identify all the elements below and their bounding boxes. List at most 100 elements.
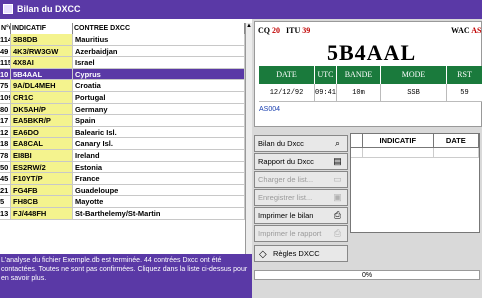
imprimer-bilan-button[interactable]: Imprimer le bilan ⎙ [254, 207, 348, 224]
row-callsign: FG4FB [11, 184, 73, 196]
row-country: Spain [73, 115, 245, 126]
regles-dxcc-button[interactable]: ◇ Règles DXCC [254, 245, 348, 262]
list-row[interactable]: 115 4X8AI Israel [0, 57, 245, 69]
row-callsign: 4K3/RW3GW [11, 45, 73, 57]
row-qso-number: 114 [0, 34, 11, 45]
save-icon: ▣ [333, 192, 342, 202]
list-row[interactable]: 78 EI8BI Ireland [0, 149, 245, 162]
row-callsign: DK5AH/P [11, 103, 73, 115]
row-qso-number: 13 [0, 207, 11, 219]
row-callsign: 3B8DB [11, 34, 73, 45]
row-qso-number: 75 [0, 80, 11, 91]
list-row[interactable]: 21 FG4FB Guadeloupe [0, 184, 245, 197]
list-row[interactable]: 5 FH8CB Mayotte [0, 196, 245, 208]
qso-data-row: 12/12/92 09:41 10m SSB 59 [259, 84, 482, 102]
list-row[interactable]: 50 ES2RW/2 Estonia [0, 161, 245, 174]
row-country: Guadeloupe [73, 184, 245, 196]
row-callsign: EA8CAL [11, 138, 73, 149]
qso-rst: 59 [447, 84, 482, 102]
list-header: N°QSO INDICATIF CONTREE DXCC [0, 23, 245, 34]
row-country: Mayotte [73, 196, 245, 207]
list-row[interactable]: 18 EA8CAL Canary Isl. [0, 138, 245, 150]
row-callsign: 5B4AAL [11, 68, 73, 80]
list-row[interactable]: 109CR1CPortugal [0, 91, 245, 104]
bilan-dxcc-button[interactable]: Bilan du Dxcc ⌕ [254, 135, 348, 152]
itu-zone-value: 39 [302, 26, 311, 35]
row-qso-number: 45 [0, 173, 11, 184]
col-callsign[interactable]: INDICATIF [11, 23, 73, 34]
row-qso-number: 80 [0, 103, 11, 115]
row-country: Croatia [73, 80, 245, 91]
row-callsign: EA5BKR/P [11, 115, 73, 126]
charger-liste-button[interactable]: Charger de list... ▭ [254, 171, 348, 188]
printer-icon: ⎙ [333, 210, 342, 220]
cq-itu-zone: CQ 20 ITU 39 [258, 26, 311, 35]
col-qso-number[interactable]: N°QSO [0, 23, 11, 34]
row-qso-number: 10 [0, 68, 11, 80]
header-mode: MODE [381, 66, 447, 84]
diamond-icon: ◇ [259, 249, 267, 260]
row-country: France [73, 173, 245, 184]
row-country: Balearic Isl. [73, 126, 245, 138]
qso-header-bar: DATE UTC BANDE MODE RST [259, 66, 482, 84]
row-country: Portugal [73, 91, 245, 103]
subtable-col-date: DATE [434, 134, 479, 147]
header-rst: RST [447, 66, 482, 84]
row-callsign: EA6DO [11, 126, 73, 138]
title-bar: Bilan du DXCC [0, 0, 482, 19]
contact-info: CQ 20 ITU 39 WAC AS 5B4AAL DATE UTC BAND… [254, 21, 482, 127]
row-callsign: FH8CB [11, 196, 73, 207]
row-country: Azerbaidjan [73, 45, 245, 57]
list-row[interactable]: 49 4K3/RW3GW Azerbaidjan [0, 45, 245, 58]
row-country: Germany [73, 103, 245, 115]
row-country: Israel [73, 57, 245, 68]
qsl-code: AS004 [259, 106, 281, 113]
open-folder-icon: ▭ [333, 174, 342, 184]
list-row[interactable]: 114 3B8DB Mauritius [0, 34, 245, 46]
list-row[interactable]: 13 FJ/448FH St-Barthelemy/St-Martin [0, 207, 245, 220]
row-callsign: ES2RW/2 [11, 161, 73, 173]
list-row[interactable]: 10 5B4AAL Cyprus [0, 68, 245, 81]
rapport-dxcc-button[interactable]: Rapport du Dxcc ▤ [254, 153, 348, 170]
row-country: St-Barthelemy/St-Martin [73, 207, 245, 219]
header-date: DATE [259, 66, 315, 84]
row-qso-number: 21 [0, 184, 11, 196]
qso-date: 12/12/92 [259, 84, 315, 102]
row-callsign: F10YT/P [11, 173, 73, 184]
row-country: Canary Isl. [73, 138, 245, 149]
subtable-header: INDICATIF DATE [351, 134, 479, 148]
app-icon [3, 4, 13, 14]
list-row[interactable]: 45 F10YT/P France [0, 173, 245, 185]
row-qso-number: 109 [0, 91, 11, 103]
row-country: Cyprus [73, 68, 245, 80]
row-callsign: 9A/DL4MEH [11, 80, 73, 91]
row-callsign: EI8BI [11, 149, 73, 161]
print-report-icon: ⎙ [333, 228, 342, 238]
subtable-row[interactable] [351, 148, 479, 158]
imprimer-rapport-button[interactable]: Imprimer le rapport ⎙ [254, 225, 348, 242]
dxcc-list-panel: N°QSO INDICATIF CONTREE DXCC 1143B8DBMau… [0, 19, 252, 298]
subtable-col-callsign: INDICATIF [363, 134, 434, 147]
wac-zone: WAC AS [451, 26, 482, 35]
list-scrollbar[interactable]: ▲ [245, 23, 252, 259]
enregistrer-liste-button[interactable]: Enregistrer list... ▣ [254, 189, 348, 206]
row-qso-number: 12 [0, 126, 11, 138]
list-row[interactable]: 80 DK5AH/P Germany [0, 103, 245, 116]
row-qso-number: 17 [0, 115, 11, 126]
qso-mode: SSB [381, 84, 447, 102]
row-qso-number: 115 [0, 57, 11, 68]
list-row[interactable]: 12 EA6DO Balearic Isl. [0, 126, 245, 139]
qso-utc: 09:41 [315, 84, 337, 102]
row-qso-number: 50 [0, 161, 11, 173]
header-utc: UTC [315, 66, 337, 84]
col-dxcc-country[interactable]: CONTREE DXCC [73, 23, 245, 34]
list-row[interactable]: 75 9A/DL4MEH Croatia [0, 80, 245, 92]
row-country: Estonia [73, 161, 245, 173]
row-country: Mauritius [73, 34, 245, 45]
qso-subtable: INDICATIF DATE [350, 133, 480, 233]
progress-label: 0% [361, 272, 373, 279]
row-qso-number: 49 [0, 45, 11, 57]
window-title: Bilan du DXCC [17, 4, 81, 14]
list-row[interactable]: 17 EA5BKR/P Spain [0, 115, 245, 127]
qso-band: 10m [337, 84, 381, 102]
